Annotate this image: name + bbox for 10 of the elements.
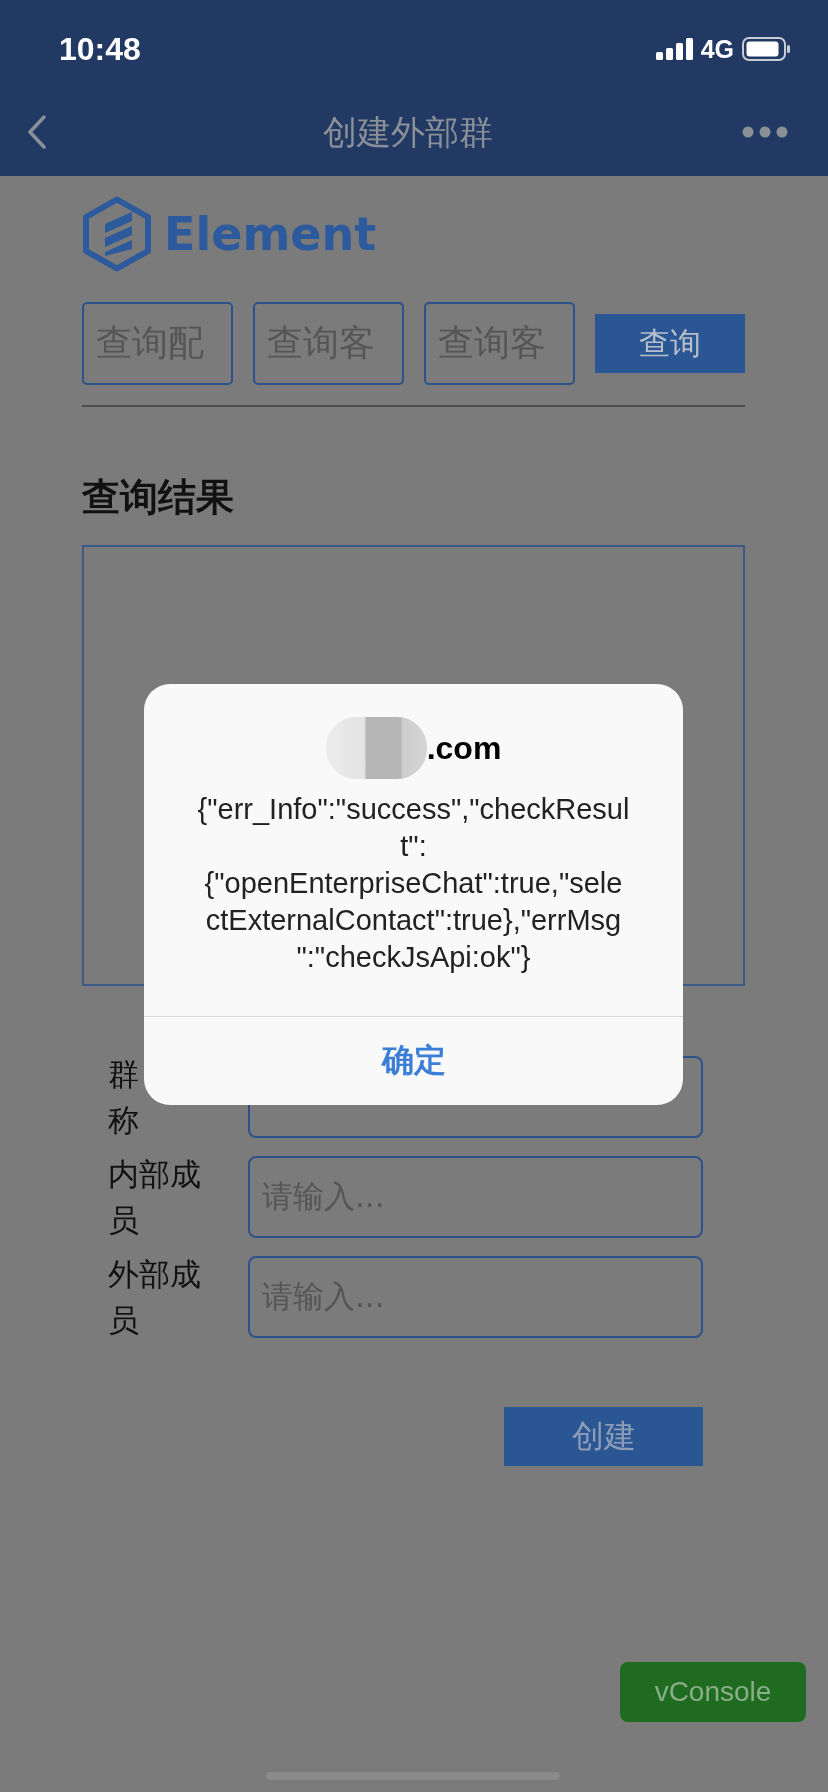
status-time: 10:48: [59, 33, 141, 65]
dialog-title: .com: [426, 732, 502, 764]
network-type: 4G: [700, 36, 734, 62]
dialog-message: {"err_Info":"success","checkResul t": {"openEnterpriseChat":true,"sele ctExternalContact":true},"errMsg ":"checkJsApi:ok"}: [197, 792, 630, 975]
form-label: 外部成 员: [108, 1255, 201, 1340]
logo-wordmark: Element: [164, 211, 377, 257]
results-heading: 查询结果: [82, 474, 234, 521]
form-label: 内部成 员: [108, 1155, 201, 1240]
page-title: 创建外部群: [322, 111, 493, 153]
form-label: 群 称: [108, 1055, 139, 1140]
